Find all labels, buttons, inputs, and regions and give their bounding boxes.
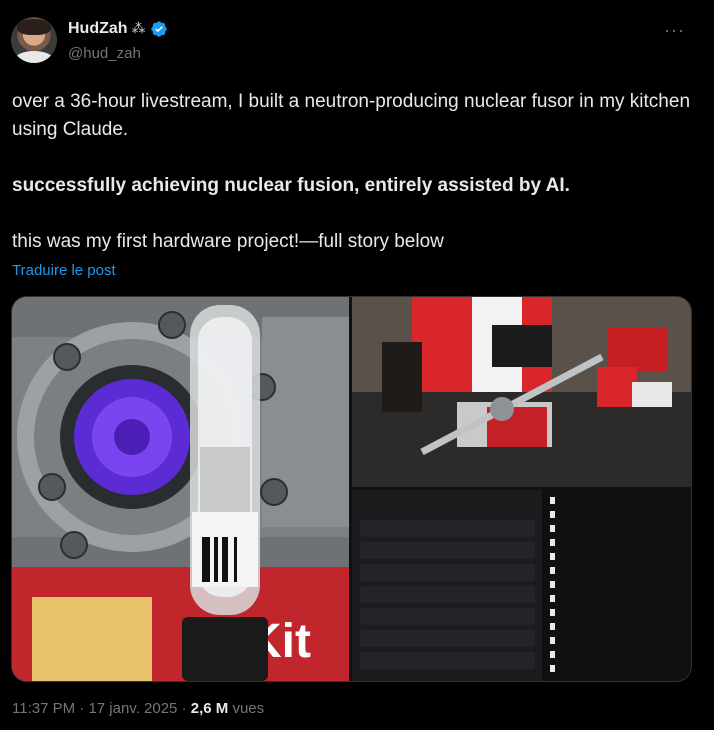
author-name[interactable]: HudZah	[68, 20, 128, 38]
tweet-meta: 11:37 PM · 17 janv. 2025 · 2,6 M vues	[12, 700, 264, 717]
list-item	[550, 594, 685, 604]
views-label: vues	[232, 700, 265, 717]
list-item	[550, 580, 685, 590]
media-screenshot-chats[interactable]	[352, 490, 691, 681]
list-item	[550, 538, 685, 548]
list-item	[550, 636, 685, 646]
list-item	[550, 566, 685, 576]
tweet-date[interactable]: 17 janv. 2025	[88, 700, 177, 717]
list-item	[360, 564, 535, 581]
list-item	[550, 524, 685, 534]
more-options-icon[interactable]: ···	[664, 20, 685, 41]
list-item	[550, 608, 685, 618]
views-count: 2,6 M	[190, 700, 229, 717]
fusor-setup-illustration	[352, 297, 691, 487]
tweet-text-line1: over a 36-hour livestream, I built a neu…	[12, 91, 691, 140]
media-grid[interactable]: Kit	[11, 296, 692, 682]
list-item	[550, 510, 685, 520]
media-photo-fusor-setup[interactable]	[352, 297, 691, 487]
name-emoji: ⁂	[131, 21, 146, 37]
media-photo-fusor-vial[interactable]: Kit	[12, 297, 349, 681]
translate-post-link[interactable]: Traduire le post	[12, 262, 116, 279]
list-item	[550, 496, 685, 506]
list-item	[360, 652, 535, 669]
verified-badge-icon	[150, 21, 167, 37]
author-handle[interactable]: @hud_zah	[68, 45, 141, 62]
file-list-panel	[542, 490, 691, 681]
avatar[interactable]	[11, 17, 57, 63]
list-item	[550, 552, 685, 562]
list-item	[360, 542, 535, 559]
meta-separator: ·	[79, 700, 85, 717]
list-item	[550, 650, 685, 660]
list-item	[360, 520, 535, 537]
tweet-time[interactable]: 11:37 PM	[12, 700, 75, 717]
tweet-text-line3: this was my first hardware project!—full…	[12, 231, 444, 252]
author-name-row: HudZah ⁂	[68, 20, 168, 38]
meta-separator: ·	[181, 700, 187, 717]
tweet: HudZah ⁂ @hud_zah ··· over a 36-hour liv…	[0, 0, 714, 730]
avatar-hair	[17, 19, 51, 35]
list-item	[360, 608, 535, 625]
list-item	[550, 622, 685, 632]
chat-header	[360, 496, 535, 506]
avatar-shirt	[15, 51, 53, 63]
list-item	[360, 630, 535, 647]
chat-list-panel	[352, 490, 542, 681]
list-item	[550, 664, 685, 674]
tweet-text-line2: successfully achieving nuclear fusion, e…	[12, 175, 570, 196]
fusor-vial-illustration: Kit	[12, 297, 349, 681]
list-item	[360, 586, 535, 603]
